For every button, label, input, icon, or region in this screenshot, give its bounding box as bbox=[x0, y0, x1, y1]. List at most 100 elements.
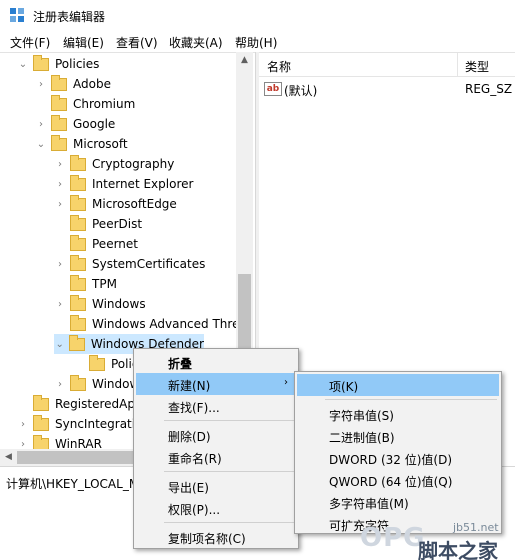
tree-item[interactable]: ⌄ Microsoft bbox=[35, 134, 128, 154]
submenu-item[interactable]: QWORD (64 位)值(Q) bbox=[297, 469, 499, 491]
tree-item[interactable]: RegisteredAp bbox=[17, 394, 135, 414]
chevron-down-icon[interactable]: ⌄ bbox=[54, 334, 65, 354]
tree-item-label: MicrosoftEdge bbox=[92, 197, 177, 211]
tree-item[interactable]: › Internet Explorer bbox=[54, 174, 193, 194]
context-menu-item[interactable]: 折叠 bbox=[136, 351, 296, 373]
status-path: 计算机\HKEY_LOCAL_M bbox=[6, 477, 140, 491]
menu-file[interactable]: 文件(F) bbox=[10, 34, 50, 51]
tree-item[interactable]: › Google bbox=[35, 114, 115, 134]
folder-icon bbox=[70, 294, 86, 311]
tree-item-label: Microsoft bbox=[73, 137, 128, 151]
list-item[interactable]: ab (默认) REG_SZ bbox=[259, 79, 515, 99]
tree-item[interactable]: › MicrosoftEdge bbox=[54, 194, 177, 214]
submenu-item-label: QWORD (64 位)值(Q) bbox=[329, 475, 453, 489]
chevron-right-icon[interactable]: › bbox=[35, 114, 47, 134]
menu-separator bbox=[164, 420, 294, 421]
folder-icon bbox=[70, 194, 86, 211]
submenu-item-label: 字符串值(S) bbox=[329, 409, 394, 423]
folder-icon bbox=[70, 154, 86, 171]
context-menu-item[interactable]: 重命名(R) bbox=[136, 446, 296, 468]
value-type: REG_SZ bbox=[465, 82, 513, 96]
chevron-right-icon[interactable]: › bbox=[54, 174, 66, 194]
tree-item[interactable]: › Window bbox=[54, 374, 139, 394]
tree-item[interactable]: PeerDist bbox=[54, 214, 142, 234]
context-menu-item-label: 复制项名称(C) bbox=[168, 532, 246, 546]
tree-item[interactable]: › Cryptography bbox=[54, 154, 174, 174]
context-menu-item[interactable]: 删除(D) bbox=[136, 424, 296, 446]
column-type[interactable]: 类型 bbox=[465, 58, 489, 75]
tree-item[interactable]: › SystemCertificates bbox=[54, 254, 205, 274]
chevron-right-icon[interactable]: › bbox=[54, 194, 66, 214]
context-menu-item-label: 导出(E) bbox=[168, 481, 209, 495]
tree-item-label: PeerDist bbox=[92, 217, 143, 231]
submenu-item-label: 项(K) bbox=[329, 380, 359, 394]
scroll-up-icon[interactable]: ▲ bbox=[236, 52, 253, 69]
folder-icon bbox=[51, 134, 67, 151]
chevron-down-icon[interactable]: ⌄ bbox=[17, 54, 29, 74]
chevron-right-icon[interactable]: › bbox=[54, 254, 66, 274]
menu-help[interactable]: 帮助(H) bbox=[235, 34, 277, 51]
submenu-item[interactable]: DWORD (32 位)值(D) bbox=[297, 447, 499, 469]
tree-item-label: Cryptography bbox=[92, 157, 175, 171]
tree-item[interactable]: Windows Advanced Thre bbox=[54, 314, 239, 334]
context-menu-item-label: 重命名(R) bbox=[168, 452, 222, 466]
chevron-right-icon[interactable]: › bbox=[35, 74, 47, 94]
menu-view[interactable]: 查看(V) bbox=[116, 34, 158, 51]
submenu-item[interactable]: 多字符串值(M) bbox=[297, 491, 499, 513]
scroll-thumb-horizontal[interactable] bbox=[17, 451, 135, 464]
folder-icon bbox=[70, 374, 86, 391]
watermark-logo: OPG jb51.net 脚本之家 bbox=[360, 515, 515, 560]
submenu-item[interactable]: 项(K) bbox=[297, 374, 499, 396]
tree-item[interactable]: Polic bbox=[73, 354, 138, 374]
tree-item-label: Peernet bbox=[92, 237, 138, 251]
context-menu-item[interactable]: 导出(E) bbox=[136, 475, 296, 497]
scroll-left-icon[interactable]: ◀ bbox=[0, 449, 17, 466]
submenu-item[interactable]: 字符串值(S) bbox=[297, 403, 499, 425]
tree-item[interactable]: Chromium bbox=[35, 94, 135, 114]
chevron-down-icon[interactable]: ⌄ bbox=[35, 134, 47, 154]
menu-favorites[interactable]: 收藏夹(A) bbox=[169, 34, 223, 51]
context-menu-item[interactable]: 复制项名称(C) bbox=[136, 526, 296, 548]
menu-separator bbox=[164, 522, 294, 523]
tree-item[interactable]: › SyncIntegratio bbox=[17, 414, 142, 434]
window-title: 注册表编辑器 bbox=[33, 10, 106, 24]
tree-item[interactable]: Peernet bbox=[54, 234, 138, 254]
folder-icon bbox=[51, 74, 67, 91]
tree-item-label: Adobe bbox=[73, 77, 111, 91]
folder-icon bbox=[89, 354, 105, 371]
title-bar: 注册表编辑器 bbox=[0, 0, 515, 31]
context-menu-item[interactable]: 新建(N) › bbox=[136, 373, 296, 395]
folder-icon bbox=[51, 94, 67, 111]
menu-edit[interactable]: 编辑(E) bbox=[63, 34, 104, 51]
folder-icon bbox=[69, 334, 85, 351]
submenu-item-label: 多字符串值(M) bbox=[329, 497, 409, 511]
context-menu: 折叠新建(N) › 查找(F)... 删除(D) 重命名(R) 导出(E) 权限(P)...… bbox=[133, 348, 299, 549]
tree-item[interactable]: ⌄ Policies bbox=[17, 54, 99, 74]
context-menu-item[interactable]: 查找(F)... bbox=[136, 395, 296, 417]
chevron-right-icon[interactable]: › bbox=[54, 294, 66, 314]
tree-item-label: Windows bbox=[92, 297, 146, 311]
tree-item[interactable]: › Windows bbox=[54, 294, 146, 314]
chevron-right-icon[interactable]: › bbox=[54, 374, 66, 394]
chevron-right-icon[interactable]: › bbox=[17, 414, 29, 434]
chevron-right-icon[interactable]: › bbox=[54, 154, 66, 174]
tree-item[interactable]: TPM bbox=[54, 274, 117, 294]
list-header: 名称 类型 bbox=[259, 53, 515, 77]
watermark-cn: 脚本之家 bbox=[418, 539, 498, 560]
menu-bar: 文件(F) 编辑(E) 查看(V) 收藏夹(A) 帮助(H) bbox=[0, 31, 515, 52]
submenu-item[interactable]: 二进制值(B) bbox=[297, 425, 499, 447]
menu-separator bbox=[164, 471, 294, 472]
column-separator[interactable] bbox=[457, 53, 458, 77]
regedit-icon bbox=[10, 8, 26, 24]
context-menu-item-label: 折叠 bbox=[168, 357, 193, 371]
submenu-item-label: 二进制值(B) bbox=[329, 431, 395, 445]
tree-item[interactable]: › Adobe bbox=[35, 74, 111, 94]
column-name[interactable]: 名称 bbox=[267, 58, 291, 75]
context-menu-item-label: 删除(D) bbox=[168, 430, 211, 444]
folder-icon bbox=[70, 214, 86, 231]
context-menu-item[interactable]: 权限(P)... bbox=[136, 497, 296, 519]
tree-item-label: Internet Explorer bbox=[92, 177, 194, 191]
